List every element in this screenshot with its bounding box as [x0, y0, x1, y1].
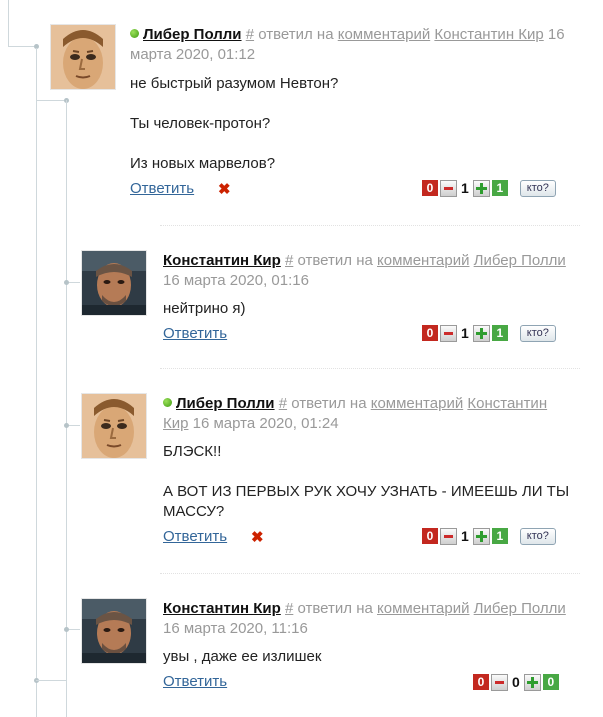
comment-link[interactable]: комментарий: [371, 395, 463, 412]
comment-date: 16 марта 2020, 11:16: [163, 620, 308, 637]
comment-link[interactable]: комментарий: [377, 252, 469, 269]
vote-down-button[interactable]: [440, 324, 457, 342]
negative-votes-count: 0: [422, 528, 438, 544]
vote-down-button[interactable]: [440, 179, 457, 197]
replied-text: ответил на: [293, 252, 377, 269]
avatar[interactable]: [81, 250, 147, 316]
comment-line: Ты человек-протон?: [130, 115, 271, 132]
reply-target-link[interactable]: Либер Полли: [474, 600, 566, 617]
comment-line: нейтрино я): [163, 300, 246, 317]
comment-meta: Константин Кир # ответил на комментарий …: [163, 251, 573, 291]
positive-votes-count: 1: [491, 180, 508, 196]
thread-connector: [36, 100, 66, 101]
positive-votes-count: 0: [542, 674, 559, 690]
permalink-hash[interactable]: #: [279, 395, 287, 412]
vote-down-button[interactable]: [491, 673, 508, 691]
thread-connector: [36, 680, 66, 681]
comment-author[interactable]: Константин Кир: [163, 600, 281, 617]
reply-button[interactable]: Ответить: [163, 325, 227, 343]
reply-target-link[interactable]: Константин Кир: [434, 26, 543, 43]
plus-icon: [526, 676, 538, 688]
comment-body: не быстрый разумом Невтон? Ты человек-пр…: [130, 74, 570, 174]
comment-author[interactable]: Константин Кир: [163, 252, 281, 269]
negative-votes-count: 0: [422, 180, 438, 196]
vote-total: 1: [461, 180, 469, 196]
vote-up-button[interactable]: [523, 673, 541, 691]
comment-body: увы , даже ее излишек: [163, 647, 573, 667]
comment-line: Из новых марвелов?: [130, 155, 276, 172]
thread-node: [64, 280, 69, 285]
vote-panel: 0 1 1 кто?: [422, 324, 556, 342]
thread-connector: [8, 46, 36, 47]
comment-line: БЛЭСК!!: [163, 443, 222, 460]
thread-node: [64, 627, 69, 632]
reply-target-link[interactable]: Либер Полли: [474, 252, 566, 269]
plus-icon: [475, 530, 487, 542]
who-voted-button[interactable]: кто?: [519, 527, 556, 545]
thread-line: [36, 48, 37, 717]
who-voted-button[interactable]: кто?: [519, 179, 556, 197]
minus-icon: [444, 331, 453, 335]
comment-body: нейтрино я): [163, 299, 573, 319]
replied-text: ответил на: [254, 26, 338, 43]
positive-votes-count: 1: [491, 528, 508, 544]
comment-body: БЛЭСК!! А ВОТ ИЗ ПЕРВЫХ РУК ХОЧУ УЗНАТЬ …: [163, 442, 583, 522]
replied-text: ответил на: [293, 600, 377, 617]
plus-icon: [475, 182, 487, 194]
delete-x-icon[interactable]: ✖: [251, 530, 264, 545]
vote-panel: 0 1 1 кто?: [422, 527, 556, 545]
avatar[interactable]: [81, 598, 147, 664]
comment-separator: [160, 368, 580, 369]
permalink-hash[interactable]: #: [246, 26, 254, 43]
comment-link[interactable]: комментарий: [338, 26, 430, 43]
online-status-icon: [163, 398, 172, 407]
reply-button[interactable]: Ответить: [163, 528, 227, 546]
negative-votes-count: 0: [422, 325, 438, 341]
minus-icon: [444, 534, 453, 538]
reply-button[interactable]: Ответить: [130, 180, 194, 198]
comment-line: А ВОТ ИЗ ПЕРВЫХ РУК ХОЧУ УЗНАТЬ - ИМЕЕШЬ…: [163, 483, 570, 520]
vote-up-button[interactable]: [472, 324, 490, 342]
comment-link[interactable]: комментарий: [377, 600, 469, 617]
vote-up-button[interactable]: [472, 179, 490, 197]
negative-votes-count: 0: [473, 674, 489, 690]
vote-panel: 0 1 1 кто?: [422, 179, 556, 197]
comment-date: 16 марта 2020, 01:24: [192, 415, 339, 432]
minus-icon: [444, 186, 453, 190]
positive-votes-count: 1: [491, 325, 508, 341]
thread-line: [8, 0, 9, 46]
comment-author[interactable]: Либер Полли: [143, 26, 242, 43]
delete-x-icon[interactable]: ✖: [218, 182, 231, 197]
comment-separator: [160, 573, 580, 574]
comment-date: 16 марта 2020, 01:16: [163, 272, 309, 289]
plus-icon: [475, 327, 487, 339]
comment-author[interactable]: Либер Полли: [176, 395, 275, 412]
vote-down-button[interactable]: [440, 527, 457, 545]
avatar[interactable]: [50, 24, 116, 90]
replied-text: ответил на: [287, 395, 371, 412]
comment-line: не быстрый разумом Невтон?: [130, 75, 339, 92]
thread-line: [66, 100, 67, 717]
vote-panel: 0 0 0: [473, 673, 559, 691]
avatar[interactable]: [81, 393, 147, 459]
comment-meta: Константин Кир # ответил на комментарий …: [163, 599, 573, 639]
vote-total: 1: [461, 325, 469, 341]
thread-node: [64, 423, 69, 428]
reply-button[interactable]: Ответить: [163, 673, 227, 691]
comment-meta: Либер Полли # ответил на комментарий Кон…: [130, 25, 570, 65]
comment-separator: [160, 225, 580, 226]
online-status-icon: [130, 29, 139, 38]
minus-icon: [495, 680, 504, 684]
vote-up-button[interactable]: [472, 527, 490, 545]
vote-total: 0: [512, 674, 520, 690]
vote-total: 1: [461, 528, 469, 544]
comment-line: увы , даже ее излишек: [163, 648, 322, 665]
who-voted-button[interactable]: кто?: [519, 324, 556, 342]
comment-meta: Либер Полли # ответил на комментарий Кон…: [163, 394, 573, 434]
